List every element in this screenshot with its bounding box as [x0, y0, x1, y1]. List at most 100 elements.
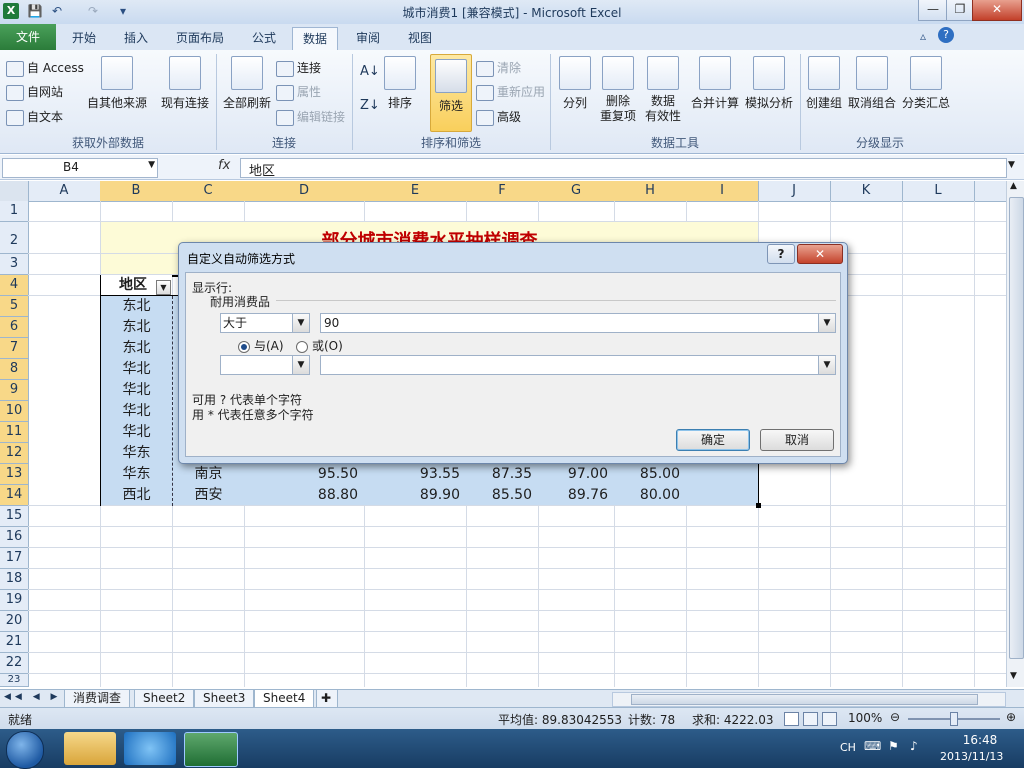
- scroll-up-icon[interactable]: ▲: [1010, 181, 1017, 191]
- region-cell[interactable]: 华北: [101, 359, 172, 379]
- value-cell[interactable]: 85.00: [615, 464, 686, 484]
- column-header-g[interactable]: G: [538, 181, 615, 201]
- value-cell[interactable]: 85.50: [467, 485, 538, 505]
- formula-input[interactable]: 地区: [240, 158, 1007, 179]
- row-header-18[interactable]: 18: [0, 569, 29, 590]
- sheet-tab-sheet2[interactable]: Sheet2: [134, 690, 195, 708]
- cancel-button[interactable]: 取消: [760, 429, 834, 451]
- region-cell[interactable]: 西北: [101, 485, 172, 505]
- filter-button[interactable]: 筛选: [430, 54, 472, 132]
- what-if-analysis-button[interactable]: 模拟分析: [742, 56, 796, 111]
- clock-time[interactable]: 16:48: [950, 733, 1010, 747]
- column-header-l[interactable]: L: [902, 181, 975, 201]
- tab-formulas[interactable]: 公式: [242, 27, 286, 49]
- row-header-22[interactable]: 22: [0, 653, 29, 674]
- row-header-1[interactable]: 1: [0, 201, 29, 222]
- sort-button[interactable]: 排序: [384, 56, 416, 111]
- column-header-h[interactable]: H: [614, 181, 687, 201]
- chevron-down-icon[interactable]: ▼: [818, 314, 835, 332]
- help-icon[interactable]: ?: [938, 27, 954, 43]
- row-header-20[interactable]: 20: [0, 611, 29, 632]
- tab-file[interactable]: 文件: [0, 24, 56, 50]
- region-cell[interactable]: 华东: [101, 464, 172, 484]
- operator2-select[interactable]: ▼: [220, 355, 310, 375]
- column-header-a[interactable]: A: [28, 181, 101, 201]
- clear-filter-button[interactable]: 清除: [476, 58, 521, 78]
- existing-connections-button[interactable]: 现有连接: [158, 56, 212, 111]
- value-cell[interactable]: 97.00: [539, 464, 614, 484]
- excel-taskbar-icon[interactable]: [184, 732, 238, 767]
- other-sources-button[interactable]: 自其他来源: [86, 56, 148, 111]
- file-explorer-icon[interactable]: [64, 732, 116, 765]
- row-header-16[interactable]: 16: [0, 527, 29, 548]
- properties-button[interactable]: 属性: [276, 82, 321, 102]
- column-header-e[interactable]: E: [364, 181, 467, 201]
- chevron-down-icon[interactable]: ▼: [292, 356, 309, 374]
- sheet-tab-consumption[interactable]: 消费调查: [64, 690, 131, 708]
- value-cell[interactable]: 88.80: [245, 485, 364, 505]
- scroll-thumb[interactable]: [1009, 197, 1024, 659]
- fill-handle[interactable]: [756, 503, 761, 508]
- tab-view[interactable]: 视图: [398, 27, 442, 49]
- dialog-close-button[interactable]: ✕: [797, 244, 843, 264]
- column-header-i[interactable]: I: [686, 181, 759, 201]
- value-cell[interactable]: 89.76: [539, 485, 614, 505]
- operator1-select[interactable]: 大于 ▼: [220, 313, 310, 333]
- value2-input[interactable]: ▼: [320, 355, 836, 375]
- region-cell[interactable]: 华北: [101, 422, 172, 442]
- value-cell[interactable]: 80.00: [615, 485, 686, 505]
- normal-view-icon[interactable]: [784, 712, 799, 726]
- column-header-j[interactable]: J: [758, 181, 831, 201]
- select-all-corner[interactable]: [0, 181, 29, 201]
- row-header-13[interactable]: 13: [0, 464, 29, 485]
- value-cell[interactable]: 93.55: [365, 464, 466, 484]
- and-radio[interactable]: 与(A): [238, 337, 284, 354]
- column-header-b[interactable]: B: [100, 181, 173, 201]
- ok-button[interactable]: 确定: [676, 429, 750, 451]
- expand-formula-icon[interactable]: ▼: [1008, 160, 1015, 170]
- row-header-8[interactable]: 8: [0, 359, 29, 380]
- city-cell[interactable]: 西安: [173, 485, 244, 505]
- tab-data[interactable]: 数据: [292, 27, 339, 50]
- row-header-17[interactable]: 17: [0, 548, 29, 569]
- row-header-11[interactable]: 11: [0, 422, 29, 443]
- clock-date[interactable]: 2013/11/13: [940, 750, 1003, 763]
- row-header-5[interactable]: 5: [0, 296, 29, 317]
- flag-icon[interactable]: ⚑: [888, 739, 899, 753]
- row-header-19[interactable]: 19: [0, 590, 29, 611]
- region-cell[interactable]: 华北: [101, 401, 172, 421]
- row-header-3[interactable]: 3: [0, 254, 29, 275]
- row-header-4[interactable]: 4: [0, 275, 29, 296]
- value-cell[interactable]: 95.50: [245, 464, 364, 484]
- input-language[interactable]: CH: [840, 741, 856, 754]
- or-radio[interactable]: 或(O): [296, 337, 343, 354]
- chevron-down-icon[interactable]: ▼: [148, 160, 155, 170]
- reapply-button[interactable]: 重新应用: [476, 82, 545, 102]
- data-validation-button[interactable]: 数据 有效性: [640, 56, 686, 124]
- remove-duplicates-button[interactable]: 删除 重复项: [596, 56, 640, 124]
- region-cell[interactable]: 华北: [101, 380, 172, 400]
- value1-input[interactable]: 90 ▼: [320, 313, 836, 333]
- sort-desc-icon[interactable]: Z↓: [360, 98, 380, 113]
- ungroup-button[interactable]: 取消组合: [846, 56, 898, 111]
- value-cell[interactable]: 87.35: [467, 464, 538, 484]
- sheet-tab-sheet3[interactable]: Sheet3: [194, 690, 255, 708]
- tab-insert[interactable]: 插入: [114, 27, 158, 49]
- from-access-button[interactable]: 自 Access: [6, 58, 84, 78]
- row-header-15[interactable]: 15: [0, 506, 29, 527]
- region-cell[interactable]: 华东: [101, 443, 172, 463]
- value-cell[interactable]: 89.90: [365, 485, 466, 505]
- zoom-level[interactable]: 100%: [848, 711, 882, 725]
- close-button[interactable]: ✕: [972, 0, 1022, 21]
- keyboard-icon[interactable]: ⌨: [864, 739, 881, 753]
- from-text-button[interactable]: 自文本: [6, 107, 63, 127]
- column-header-d[interactable]: D: [244, 181, 365, 201]
- tab-home[interactable]: 开始: [62, 27, 106, 49]
- zoom-slider-thumb[interactable]: [950, 712, 958, 726]
- column-header-f[interactable]: F: [466, 181, 539, 201]
- scroll-down-icon[interactable]: ▼: [1010, 671, 1017, 681]
- row-header-9[interactable]: 9: [0, 380, 29, 401]
- chevron-down-icon[interactable]: ▼: [292, 314, 309, 332]
- minimize-button[interactable]: —: [918, 0, 948, 21]
- row-header-10[interactable]: 10: [0, 401, 29, 422]
